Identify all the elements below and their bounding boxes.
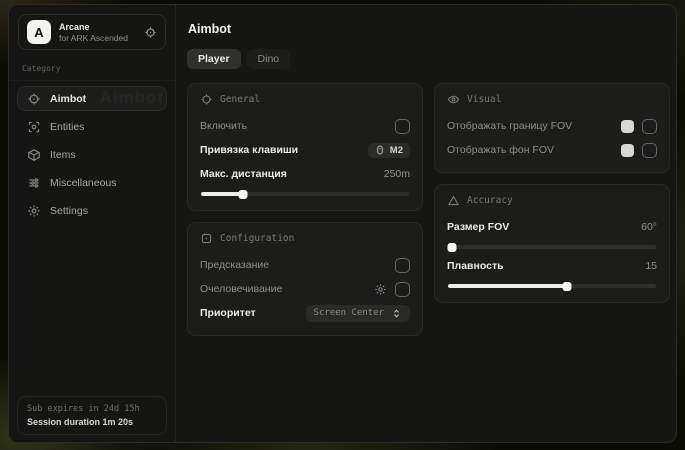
distance-slider-thumb[interactable] xyxy=(238,190,247,199)
distance-row: Макс. дистанция 250m xyxy=(200,163,410,185)
fov-size-slider-thumb[interactable] xyxy=(448,243,457,252)
fov-border-checkbox[interactable] xyxy=(642,119,657,134)
enable-checkbox[interactable] xyxy=(395,119,410,134)
app-logo: A xyxy=(27,20,51,44)
general-card: General Включить Привязка клавиши M2 xyxy=(187,83,423,211)
tab-bar: Player Dino xyxy=(187,49,670,69)
desktop-background: { "app": { "logo_letter": "A", "title": … xyxy=(0,0,685,450)
sidebar-item-label: Miscellaneous xyxy=(50,177,117,189)
keybind-button[interactable]: M2 xyxy=(368,143,410,158)
configuration-card-title: Configuration xyxy=(220,233,294,244)
fov-border-row: Отображать границу FOV xyxy=(447,115,657,137)
triangle-icon xyxy=(447,194,460,207)
mouse-icon xyxy=(375,145,385,155)
keybind-value: M2 xyxy=(390,145,403,156)
sidebar-item-settings[interactable]: Settings xyxy=(17,198,167,223)
category-label: Category xyxy=(9,56,175,81)
target-icon[interactable] xyxy=(144,26,157,39)
app-subtitle: for ARK Ascended xyxy=(59,33,128,43)
configuration-card: Configuration Предсказание Очеловечивани… xyxy=(187,222,423,336)
gear-icon xyxy=(27,204,41,218)
sidebar-item-label: Entities xyxy=(50,121,84,133)
humanize-row: Очеловечивание xyxy=(200,278,410,300)
smoothness-label: Плавность xyxy=(447,260,504,272)
sidebar-item-entities[interactable]: Entities xyxy=(17,114,167,139)
package-icon xyxy=(27,148,41,162)
sidebar-item-items[interactable]: Items xyxy=(17,142,167,167)
smoothness-row: Плавность 15 xyxy=(447,255,657,277)
visual-card-title: Visual xyxy=(467,94,501,105)
subscription-info: Sub expires in 24d 15h Session duration … xyxy=(17,396,167,435)
fov-bg-checkbox[interactable] xyxy=(642,143,657,158)
fov-bg-label: Отображать фон FOV xyxy=(447,144,554,156)
priority-select-value: Screen Center xyxy=(314,308,384,318)
sidebar: A Arcane for ARK Ascended Category Aimbo… xyxy=(9,5,176,442)
priority-row: Приоритет Screen Center xyxy=(200,302,410,324)
sidebar-item-label: Settings xyxy=(50,205,88,217)
humanize-settings-gear-icon[interactable] xyxy=(374,283,387,296)
enable-label: Включить xyxy=(200,120,247,132)
priority-label: Приоритет xyxy=(200,307,256,319)
general-card-header: General xyxy=(200,93,410,106)
fov-bg-row: Отображать фон FOV xyxy=(447,139,657,161)
fov-bg-color-swatch[interactable] xyxy=(621,144,634,157)
app-title: Arcane xyxy=(59,22,128,32)
sliders-icon xyxy=(27,176,41,190)
sidebar-item-label: Aimbot xyxy=(50,93,86,105)
accuracy-card-title: Accuracy xyxy=(467,195,513,206)
keybind-row: Привязка клавиши M2 xyxy=(200,139,410,161)
distance-label: Макс. дистанция xyxy=(200,168,287,180)
entity-scan-icon xyxy=(27,120,41,134)
eye-icon xyxy=(447,93,460,106)
fov-size-value: 60° xyxy=(641,221,657,233)
tab-dino[interactable]: Dino xyxy=(247,49,291,69)
main-panel: Aimbot Player Dino General Включить xyxy=(176,5,677,442)
keybind-label: Привязка клавиши xyxy=(200,144,298,156)
page-title: Aimbot xyxy=(188,22,670,36)
fov-size-row: Размер FOV 60° xyxy=(447,216,657,238)
distance-slider-fill xyxy=(201,192,243,196)
crosshair-icon xyxy=(27,92,41,106)
prediction-label: Предсказание xyxy=(200,259,269,271)
scan-icon xyxy=(200,93,213,106)
fov-border-label: Отображать границу FOV xyxy=(447,120,572,132)
sidebar-item-aimbot[interactable]: Aimbot Aimbot xyxy=(17,86,167,111)
session-duration-text: Session duration 1m 20s xyxy=(27,417,157,427)
general-card-title: General xyxy=(220,94,260,105)
fov-border-color-swatch[interactable] xyxy=(621,120,634,133)
sidebar-nav: Aimbot Aimbot Entities Items Miscellane xyxy=(9,86,175,223)
visual-card: Visual Отображать границу FOV Отображать… xyxy=(434,83,670,173)
fov-size-label: Размер FOV xyxy=(447,221,509,233)
accuracy-card: Accuracy Размер FOV 60° Плавность 15 xyxy=(434,184,670,303)
smoothness-slider-fill xyxy=(448,284,567,288)
humanize-checkbox[interactable] xyxy=(395,282,410,297)
tab-player[interactable]: Player xyxy=(187,49,241,69)
sidebar-item-label: Items xyxy=(50,149,76,161)
module-icon xyxy=(200,232,213,245)
sidebar-item-miscellaneous[interactable]: Miscellaneous xyxy=(17,170,167,195)
smoothness-slider[interactable] xyxy=(448,284,656,288)
app-header: A Arcane for ARK Ascended xyxy=(18,14,166,50)
prediction-row: Предсказание xyxy=(200,254,410,276)
fov-size-slider[interactable] xyxy=(448,245,656,249)
distance-slider[interactable] xyxy=(201,192,409,196)
prediction-checkbox[interactable] xyxy=(395,258,410,273)
enable-row: Включить xyxy=(200,115,410,137)
distance-value: 250m xyxy=(384,168,410,180)
smoothness-slider-thumb[interactable] xyxy=(562,282,571,291)
smoothness-value: 15 xyxy=(645,260,657,272)
sub-expires-text: Sub expires in 24d 15h xyxy=(27,404,157,414)
visual-card-header: Visual xyxy=(447,93,657,106)
configuration-card-header: Configuration xyxy=(200,232,410,245)
humanize-label: Очеловечивание xyxy=(200,283,282,295)
chevrons-up-down-icon xyxy=(391,308,402,319)
app-window: A Arcane for ARK Ascended Category Aimbo… xyxy=(8,4,677,443)
accuracy-card-header: Accuracy xyxy=(447,194,657,207)
aimbot-watermark: Aimbot xyxy=(99,88,164,108)
priority-select[interactable]: Screen Center xyxy=(306,305,410,322)
